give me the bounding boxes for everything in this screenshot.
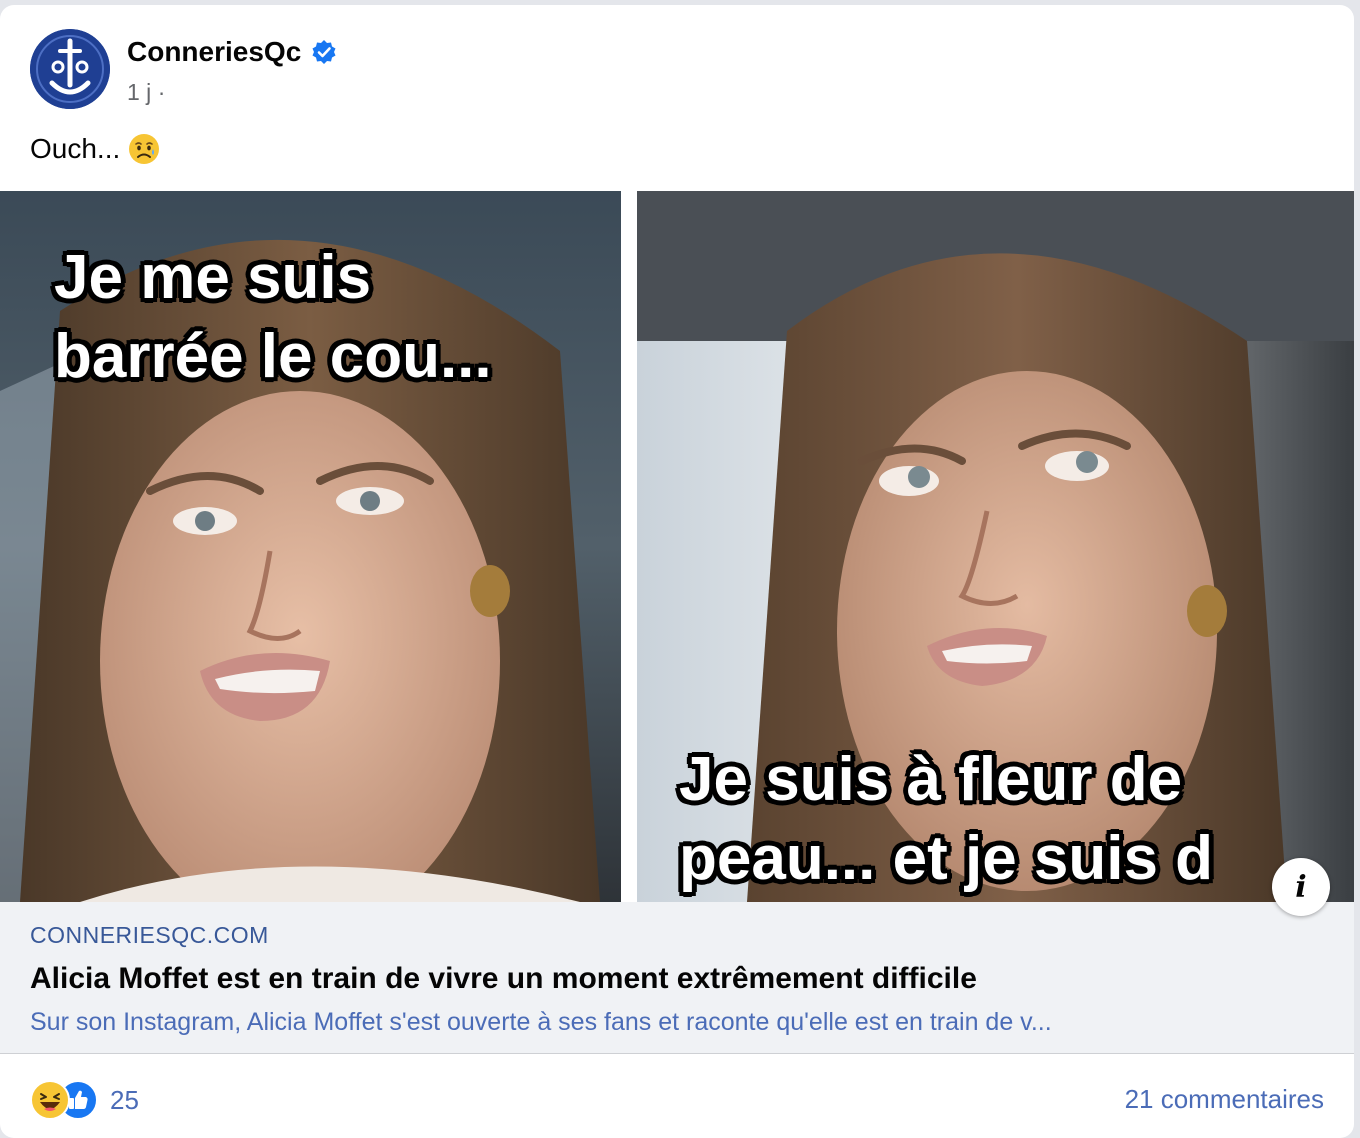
link-description: Sur son Instagram, Alicia Moffet s'est o… [30, 1008, 1052, 1036]
meme-caption-left-line1: Je me suis [54, 243, 372, 312]
verified-badge-icon [312, 40, 336, 64]
meme-caption-left: Je me suis barrée le cou... [54, 239, 492, 396]
sad-relieved-face-emoji [129, 134, 160, 164]
comments-count[interactable]: 21 commentaires [1125, 1084, 1324, 1115]
post-media[interactable]: Je me suis barrée le cou... Je suis à fl… [0, 191, 1354, 916]
page-name[interactable]: ConneriesQc [127, 36, 337, 68]
post-meta: 1 j · [127, 79, 165, 106]
reaction-count: 25 [110, 1084, 139, 1115]
link-preview-card[interactable]: CONNERIESQC.COM Alicia Moffet est en tra… [0, 902, 1354, 1054]
reactions-summary[interactable]: 25 [30, 1080, 139, 1120]
page-avatar[interactable] [30, 29, 110, 109]
media-panel-left: Je me suis barrée le cou... [0, 191, 621, 902]
post-header: ConneriesQc 1 j · [30, 29, 1330, 115]
link-domain: CONNERIESQC.COM [30, 922, 269, 948]
engagement-bar: 25 21 commentaires [0, 1054, 1354, 1138]
post-caption: Ouch... [30, 133, 160, 165]
meme-caption-right-line1: Je suis à fleur de [679, 745, 1183, 814]
meta-separator: · [157, 79, 166, 105]
media-panel-right: Je suis à fleur de peau... et je suis d [637, 191, 1354, 902]
meme-caption-left-line2: barrée le cou... [54, 321, 492, 391]
page-logo-icon [30, 29, 110, 109]
meme-caption-right-line2: peau... et je suis d [679, 823, 1214, 893]
link-title[interactable]: Alicia Moffet est en train de vivre un m… [30, 962, 977, 996]
meme-caption-right: Je suis à fleur de peau... et je suis d [679, 741, 1213, 898]
page-name-text[interactable]: ConneriesQc [127, 36, 301, 68]
info-button[interactable]: i [1272, 858, 1330, 916]
post-timestamp[interactable]: 1 j [127, 79, 151, 105]
caption-text: Ouch... [30, 133, 121, 164]
info-icon: i [1295, 869, 1307, 905]
facebook-post: ConneriesQc 1 j · Ouch... Je me suis bar… [0, 5, 1354, 1138]
haha-reaction-icon [30, 1080, 70, 1120]
